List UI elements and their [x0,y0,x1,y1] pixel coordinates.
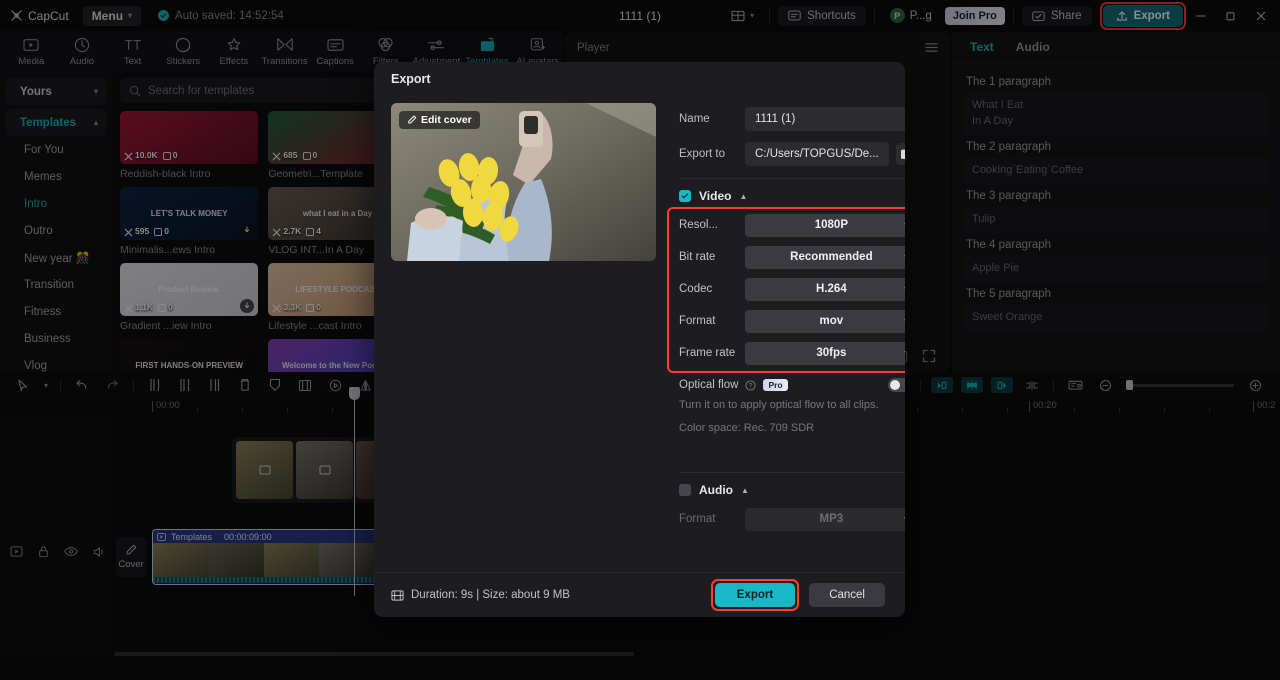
format-label: Format [679,315,716,327]
chevron-down-icon: ▾ [904,284,905,295]
dialog-actions: Export Cancel [710,579,885,611]
edit-cover-label: Edit cover [421,114,472,126]
framerate-label: Frame rate [679,347,736,359]
chevron-down-icon: ▾ [904,514,905,525]
film-icon [391,589,404,602]
resolution-row: Resol... 1080P ▾ [679,209,905,241]
name-row: Name 1111 (1) [679,103,905,134]
dialog-body: Edit cover Name 1111 (1) Export to C:/Us… [374,95,905,572]
dialog-cancel-button[interactable]: Cancel [809,583,885,607]
codec-label: Codec [679,283,713,295]
export-form: Name 1111 (1) Export to C:/Users/TOPGUS/… [656,103,905,572]
svg-text:?: ? [749,383,753,390]
bitrate-select[interactable]: Recommended ▾ [745,245,905,269]
audio-format-select[interactable]: MP3 ▾ [745,507,905,531]
video-checkbox[interactable] [679,190,691,202]
dialog-export-highlight-box [710,579,800,611]
optical-flow-toggle[interactable] [887,378,905,392]
export-dialog: Export Edit cover Name 1111 (1) Export t… [374,62,905,617]
divider [679,178,905,179]
name-field[interactable]: 1111 (1) [745,106,905,131]
divider [679,472,905,473]
optical-flow-row: Optical flow ? Pro [679,373,905,397]
pro-badge: Pro [763,379,788,391]
video-section-label: Video [699,189,732,203]
help-icon[interactable]: ? [745,379,756,391]
export-to-row: Export to C:/Users/TOPGUS/De... [679,138,905,169]
resolution-label: Resol... [679,219,718,231]
audio-format-row: Format MP3 ▾ [679,503,905,535]
video-options-group: Resol... 1080P ▾ Bit rate Recommended ▾ Co… [667,207,905,373]
audio-section-header[interactable]: Audio ▲ [679,477,905,503]
resolution-value: 1080P [814,219,849,231]
chevron-down-icon: ▾ [904,220,905,231]
chevron-up-icon[interactable]: ▲ [741,486,749,495]
format-row: Format mov ▾ [679,305,905,337]
duration-text: Duration: 9s | Size: about 9 MB [411,589,570,601]
chevron-down-icon: ▾ [904,348,905,359]
toggle-knob [889,380,900,390]
optical-flow-hint: Turn it on to apply optical flow to all … [679,399,879,411]
edit-cover-button[interactable]: Edit cover [399,111,480,129]
format-select[interactable]: mov ▾ [745,309,905,333]
video-section-header[interactable]: Video ▲ [679,183,905,209]
dialog-footer: Duration: 9s | Size: about 9 MB Export C… [374,572,905,617]
export-to-label: Export to [679,147,726,160]
name-label: Name [679,112,710,125]
optical-flow-label: Optical flow [679,379,739,391]
export-to-field[interactable]: C:/Users/TOPGUS/De... [745,141,889,166]
bitrate-label: Bit rate [679,251,716,263]
codec-row: Codec H.264 ▾ [679,273,905,305]
framerate-value: 30fps [816,347,847,359]
framerate-row: Frame rate 30fps ▾ [679,337,905,369]
codec-select[interactable]: H.264 ▾ [745,277,905,301]
bitrate-row: Bit rate Recommended ▾ [679,241,905,273]
codec-value: H.264 [816,283,847,295]
pencil-icon [407,115,417,125]
framerate-select[interactable]: 30fps ▾ [745,341,905,365]
chevron-down-icon: ▾ [904,316,905,327]
format-value: mov [819,315,844,327]
audio-format-value: MP3 [819,513,844,525]
duration-info: Duration: 9s | Size: about 9 MB [391,589,570,602]
dialog-title: Export [391,71,431,86]
bitrate-value: Recommended [790,251,873,263]
cover-preview[interactable]: Edit cover [391,103,656,261]
audio-format-label: Format [679,513,716,525]
chevron-down-icon: ▾ [904,252,905,263]
resolution-select[interactable]: 1080P ▾ [745,213,905,237]
audio-section-label: Audio [699,483,733,497]
dialog-export-highlight-wrap: Export [710,579,800,611]
folder-icon[interactable] [895,142,905,165]
color-space-text: Color space: Rec. 709 SDR [679,422,815,434]
capcut-window: CapCut Menu ▾ Auto saved: 14:52:54 1111 … [0,0,1280,680]
chevron-up-icon[interactable]: ▲ [739,192,747,201]
audio-checkbox[interactable] [679,484,691,496]
